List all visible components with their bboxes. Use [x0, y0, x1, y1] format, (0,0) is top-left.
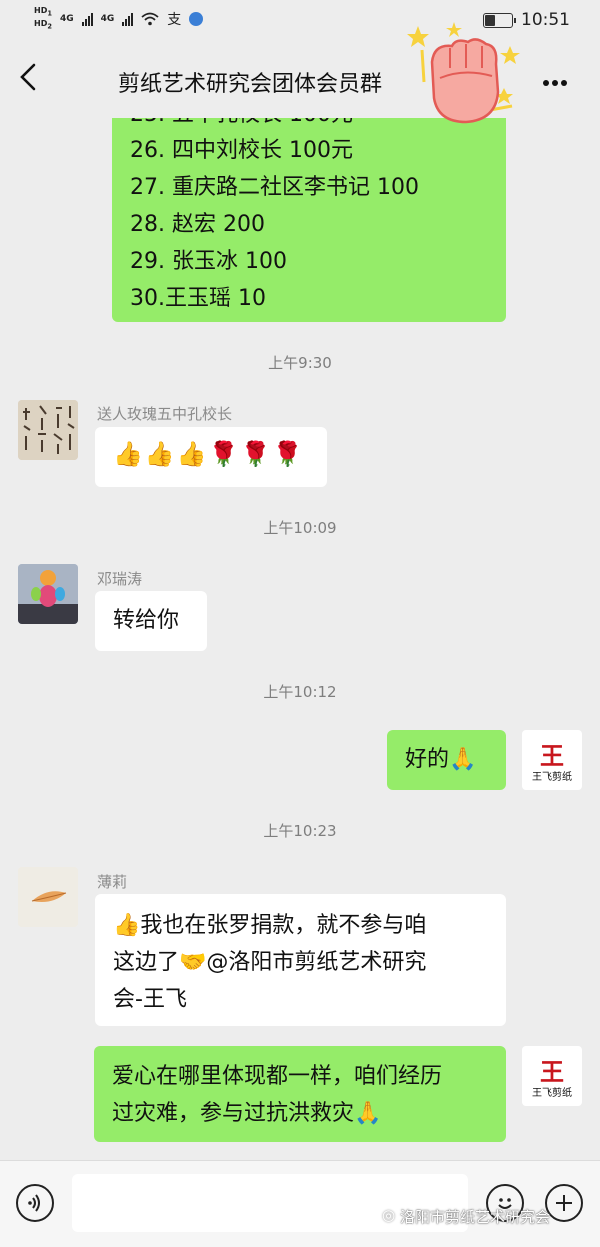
- back-button-overlay[interactable]: [18, 62, 38, 100]
- message-text-line: 过灾难，参与过抗洪救灾🙏: [112, 1101, 382, 1126]
- leaf-avatar-icon: [18, 867, 78, 927]
- browser-icon: [189, 11, 204, 26]
- hd1-sub: 1: [47, 9, 52, 18]
- plus-button[interactable]: [545, 1184, 583, 1222]
- list-item: 26. 四中刘校长 100元: [130, 138, 353, 163]
- thumbs-up-icon: 👍: [176, 440, 207, 468]
- more-button-overlay[interactable]: [542, 66, 568, 94]
- fist-sticker-icon: [407, 22, 520, 124]
- message-text-line: 这边了🤝@洛阳市剪纸艺术研究: [113, 950, 427, 975]
- message-text-line: 会-王飞: [113, 987, 187, 1012]
- timestamp: 上午10:23: [263, 822, 337, 840]
- rose-icon: 🌹: [208, 440, 239, 468]
- message-bubble[interactable]: 转给你: [95, 591, 207, 651]
- timestamp: 上午10:09: [263, 519, 337, 537]
- self-avatar[interactable]: 王 王飞剪纸: [522, 730, 582, 790]
- hd2-sub: 2: [47, 22, 52, 31]
- emoji-row: 👍 👍 👍 🌹 🌹 🌹: [113, 440, 302, 468]
- network-label-1: 4G: [59, 13, 74, 24]
- calligraphy-avatar-icon: [18, 400, 78, 460]
- app-notification-icon: 支: [167, 11, 182, 28]
- list-item: 28. 赵宏 200: [130, 212, 265, 237]
- plus-icon: [556, 1195, 572, 1211]
- watermark: 洛阳市剪纸艺术研究会: [400, 1208, 551, 1226]
- voice-button[interactable]: [16, 1184, 54, 1222]
- brand-logo: 王: [540, 742, 564, 770]
- hd-indicators: HD1 HD2: [34, 6, 52, 31]
- network-label-2: 4G: [100, 13, 115, 24]
- wifi-icon: [141, 12, 159, 25]
- avatar[interactable]: [18, 564, 78, 624]
- chevron-left-icon: [20, 63, 36, 91]
- sender-name: 邓瑞涛: [97, 570, 143, 588]
- clock: 10:51: [521, 10, 570, 30]
- thumbs-up-icon: 👍: [144, 440, 175, 468]
- message-text: 转给你: [113, 608, 180, 633]
- rose-icon: 🌹: [272, 440, 303, 468]
- sender-name: 送人玫瑰五中孔校长: [97, 405, 233, 423]
- message-bubble[interactable]: 👍我也在张罗捐款，就不参与咱 这边了🤝@洛阳市剪纸艺术研究 会-王飞: [95, 894, 506, 1026]
- brand-logo: 王: [540, 1058, 564, 1086]
- avatar[interactable]: [18, 400, 78, 460]
- list-item: 29. 张玉冰 100: [130, 249, 287, 274]
- message-text: 好的🙏: [405, 747, 477, 772]
- signal-icon: [81, 12, 93, 26]
- self-avatar[interactable]: 王 王飞剪纸: [522, 1046, 582, 1106]
- message-text-line: 爱心在哪里体现都一样，咱们经历: [112, 1064, 443, 1089]
- thumbs-up-icon: 👍: [113, 440, 143, 468]
- voice-icon: [28, 1194, 40, 1212]
- signal-icon-2: [122, 12, 134, 26]
- message-bubble-self[interactable]: 好的🙏: [387, 730, 506, 790]
- sender-name: 薄莉: [97, 873, 128, 891]
- brand-caption: 王飞剪纸: [532, 1088, 572, 1099]
- avatar[interactable]: [18, 867, 78, 927]
- chat-title-overlay: 剪纸艺术研究会团体会员群: [118, 72, 383, 97]
- hd2-label: HD: [34, 18, 48, 28]
- message-bubble[interactable]: 👍 👍 👍 🌹 🌹 🌹: [95, 427, 327, 487]
- balloon-avatar-icon: [18, 564, 78, 624]
- rose-icon: 🌹: [240, 440, 271, 468]
- status-indicators: HD1 HD2 4G 4G 支: [34, 6, 204, 31]
- message-text-line: 👍我也在张罗捐款，就不参与咱: [113, 913, 427, 938]
- hd1-label: HD: [34, 6, 48, 15]
- list-item: 30.王玉瑶 10: [130, 286, 266, 311]
- list-item: 27. 重庆路二社区李书记 100: [130, 175, 419, 200]
- wechat-logo-icon: ◎: [382, 1206, 396, 1224]
- more-dots-icon: [543, 80, 567, 86]
- timestamp: 上午10:12: [263, 683, 337, 701]
- message-bubble-self[interactable]: 爱心在哪里体现都一样，咱们经历 过灾难，参与过抗洪救灾🙏: [94, 1046, 506, 1142]
- brand-caption: 王飞剪纸: [532, 772, 572, 783]
- timestamp: 上午9:30: [268, 354, 332, 372]
